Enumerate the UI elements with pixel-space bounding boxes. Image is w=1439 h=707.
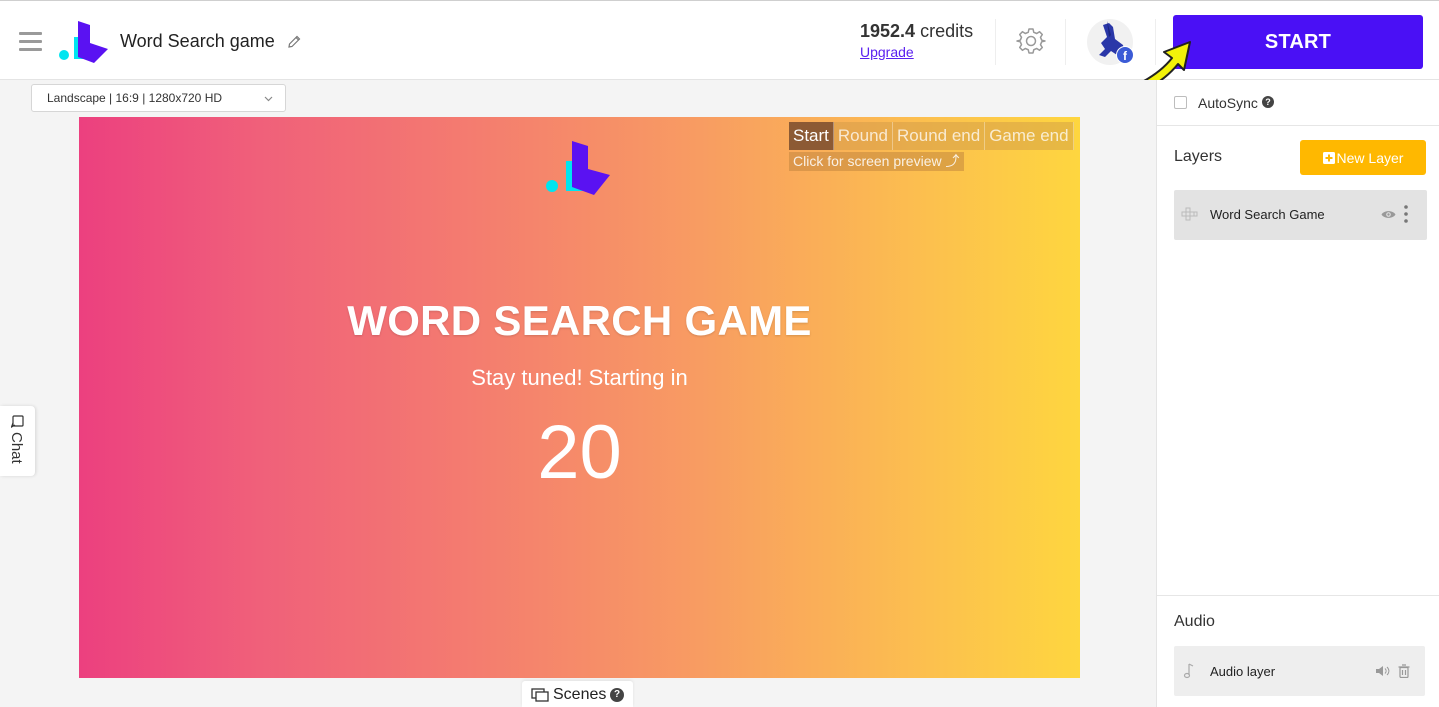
layers-heading: Layers — [1174, 148, 1223, 165]
game-canvas[interactable]: Start Round Round end Game end Click for… — [79, 117, 1080, 678]
canvas-logo — [546, 141, 610, 195]
scenes-icon — [531, 688, 549, 702]
screen-preview-link[interactable]: Click for screen preview ⤴ — [789, 152, 964, 171]
tab-game-end[interactable]: Game end — [985, 122, 1074, 150]
scenes-label: Scenes — [553, 686, 607, 703]
tab-round[interactable]: Round — [834, 122, 894, 150]
audio-heading: Audio — [1174, 613, 1215, 630]
kebab-icon[interactable] — [1404, 205, 1408, 223]
chevron-down-icon — [264, 96, 273, 102]
autosync-checkbox[interactable] — [1174, 96, 1187, 109]
pencil-icon[interactable] — [286, 34, 302, 50]
orientation-select[interactable]: Landscape | 16:9 | 1280x720 HD — [31, 84, 286, 112]
tab-round-end[interactable]: Round end — [893, 122, 986, 150]
scenes-tab[interactable]: Scenes ? — [522, 681, 633, 707]
layer-label: Word Search Game — [1210, 207, 1325, 222]
screen-tabs: Start Round Round end Game end — [789, 122, 1074, 150]
credits-unit: credits — [920, 21, 974, 41]
divider — [995, 19, 996, 65]
chat-icon — [11, 415, 24, 428]
grid-icon — [1181, 207, 1198, 221]
credits-value: 1952.4 — [860, 21, 916, 41]
game-title: WORD SEARCH GAME — [347, 297, 812, 344]
countdown-subtitle: Stay tuned! Starting in — [471, 365, 688, 390]
audio-item[interactable]: Audio layer — [1174, 646, 1425, 696]
eye-icon[interactable] — [1381, 209, 1396, 220]
new-layer-button[interactable]: New Layer — [1300, 140, 1426, 175]
right-panel: AutoSync ? Layers New Layer Word Search … — [1156, 80, 1439, 707]
menu-icon[interactable] — [19, 32, 42, 51]
help-icon[interactable]: ? — [610, 688, 624, 702]
upgrade-link[interactable]: Upgrade — [860, 44, 914, 60]
start-button[interactable]: START — [1173, 15, 1423, 69]
autosync-row: AutoSync ? — [1157, 80, 1439, 126]
chat-label: Chat — [8, 432, 25, 464]
autosync-label: AutoSync — [1198, 95, 1258, 111]
audio-section: Audio Audio layer — [1157, 595, 1439, 707]
divider — [1065, 19, 1066, 65]
new-layer-label: New Layer — [1336, 149, 1404, 166]
top-bar: Word Search game 1952.4 credits Upgrade … — [0, 0, 1439, 80]
layer-item[interactable]: Word Search Game — [1174, 190, 1427, 240]
countdown-number: 20 — [537, 410, 622, 495]
audio-label: Audio layer — [1210, 664, 1276, 679]
credits-display: 1952.4 credits — [860, 21, 973, 42]
tab-start[interactable]: Start — [789, 122, 834, 150]
help-icon[interactable]: ? — [1262, 96, 1274, 108]
logo[interactable] — [56, 21, 110, 63]
orientation-select-value: Landscape | 16:9 | 1280x720 HD — [47, 91, 223, 105]
app-title: Word Search game — [120, 31, 275, 51]
chat-tab[interactable]: Chat — [0, 406, 35, 476]
plus-icon — [1322, 151, 1335, 164]
music-note-icon — [1183, 663, 1194, 679]
trash-icon[interactable] — [1398, 664, 1410, 678]
gear-icon[interactable] — [1016, 26, 1046, 56]
volume-icon[interactable] — [1375, 665, 1390, 677]
